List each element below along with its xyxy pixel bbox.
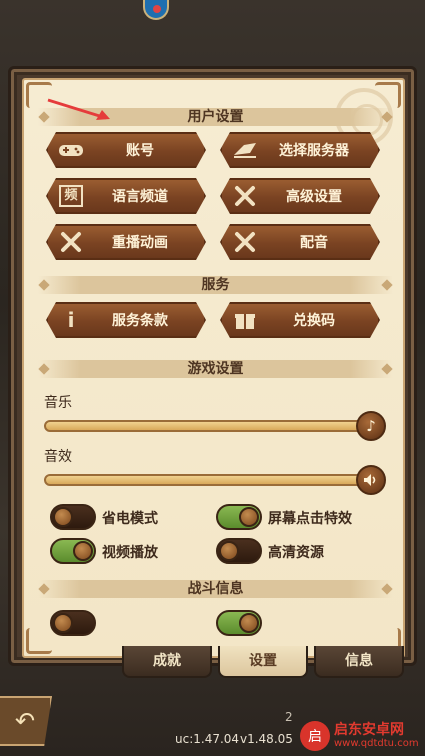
video-playback-label: 视频播放 (102, 545, 158, 561)
toggle-knob (219, 541, 239, 561)
watermark-title: 启东安卓网 (334, 721, 404, 738)
watermark-logo-icon: 启 (300, 721, 330, 751)
settings-panel: 用户设置 账号 选择服务器 频 语言频道 高级设置 重播动画 配音 服务 i 服… (22, 78, 405, 658)
replay-animation-button[interactable]: 重播动画 (46, 224, 206, 260)
redeem-label: 兑换码 (293, 313, 335, 329)
music-slider-label: 音乐 (44, 395, 72, 411)
dubbing-label: 配音 (300, 235, 328, 251)
tools-icon (222, 231, 268, 253)
music-note-icon[interactable]: ♪ (356, 411, 386, 441)
info-icon: i (67, 308, 75, 332)
toggle-knob (239, 507, 259, 527)
hd-resources-label: 高清资源 (268, 545, 324, 561)
section-service: 服务 (38, 276, 393, 294)
music-slider[interactable] (44, 420, 376, 432)
avatar-badge-icon (153, 5, 161, 13)
section-battle-info: 战斗信息 (38, 580, 393, 598)
annotation-arrow-icon (47, 98, 110, 120)
tab-settings[interactable]: 设置 (218, 646, 308, 678)
tap-effect-toggle[interactable] (216, 504, 262, 530)
select-server-label: 选择服务器 (279, 143, 349, 159)
tab-info[interactable]: 信息 (314, 646, 404, 678)
terms-button[interactable]: i 服务条款 (46, 302, 206, 338)
language-channel-label: 语言频道 (112, 189, 168, 205)
toggle-knob (53, 613, 73, 633)
advanced-settings-label: 高级设置 (286, 189, 342, 205)
tools-icon (222, 185, 268, 207)
version-uc: uc:1.47.04 (175, 732, 240, 746)
language-icon: 频 (48, 185, 94, 207)
account-button[interactable]: 账号 (46, 132, 206, 168)
gift-icon (222, 309, 268, 331)
select-server-button[interactable]: 选择服务器 (220, 132, 380, 168)
power-saving-toggle[interactable] (50, 504, 96, 530)
tap-effect-label: 屏幕点击特效 (268, 511, 352, 527)
redeem-button[interactable]: 兑换码 (220, 302, 380, 338)
back-arrow-icon: ↶ (14, 707, 36, 735)
video-playback-toggle[interactable] (50, 538, 96, 564)
back-button[interactable]: ↶ (0, 696, 52, 746)
speaker-icon[interactable] (356, 465, 386, 495)
sfx-slider[interactable] (44, 474, 376, 486)
toggle-knob (53, 507, 73, 527)
language-channel-button[interactable]: 频 语言频道 (46, 178, 206, 214)
toggle-knob (239, 613, 259, 633)
watermark-url: www.qdtdtu.com (334, 738, 419, 750)
corner-ornament (26, 628, 52, 654)
terms-label: 服务条款 (112, 313, 168, 329)
tab-achievements[interactable]: 成就 (122, 646, 212, 678)
tools-icon (48, 231, 94, 253)
replay-animation-label: 重播动画 (112, 235, 168, 251)
sfx-slider-label: 音效 (44, 449, 72, 465)
toggle-knob (73, 541, 93, 561)
top-avatar (143, 0, 169, 20)
battle-toggle-1[interactable] (50, 610, 96, 636)
power-saving-label: 省电模式 (102, 511, 158, 527)
section-game-settings: 游戏设置 (38, 360, 393, 378)
watermark: 启 启东安卓网 www.qdtdtu.com (300, 716, 425, 756)
battle-toggle-2[interactable] (216, 610, 262, 636)
dubbing-button[interactable]: 配音 (220, 224, 380, 260)
version-client: v1.48.05 (240, 732, 293, 746)
partial-number: 2 (285, 710, 293, 724)
server-icon (222, 141, 268, 159)
account-label: 账号 (126, 143, 154, 159)
advanced-settings-button[interactable]: 高级设置 (220, 178, 380, 214)
hd-resources-toggle[interactable] (216, 538, 262, 564)
gamepad-icon (48, 142, 94, 158)
